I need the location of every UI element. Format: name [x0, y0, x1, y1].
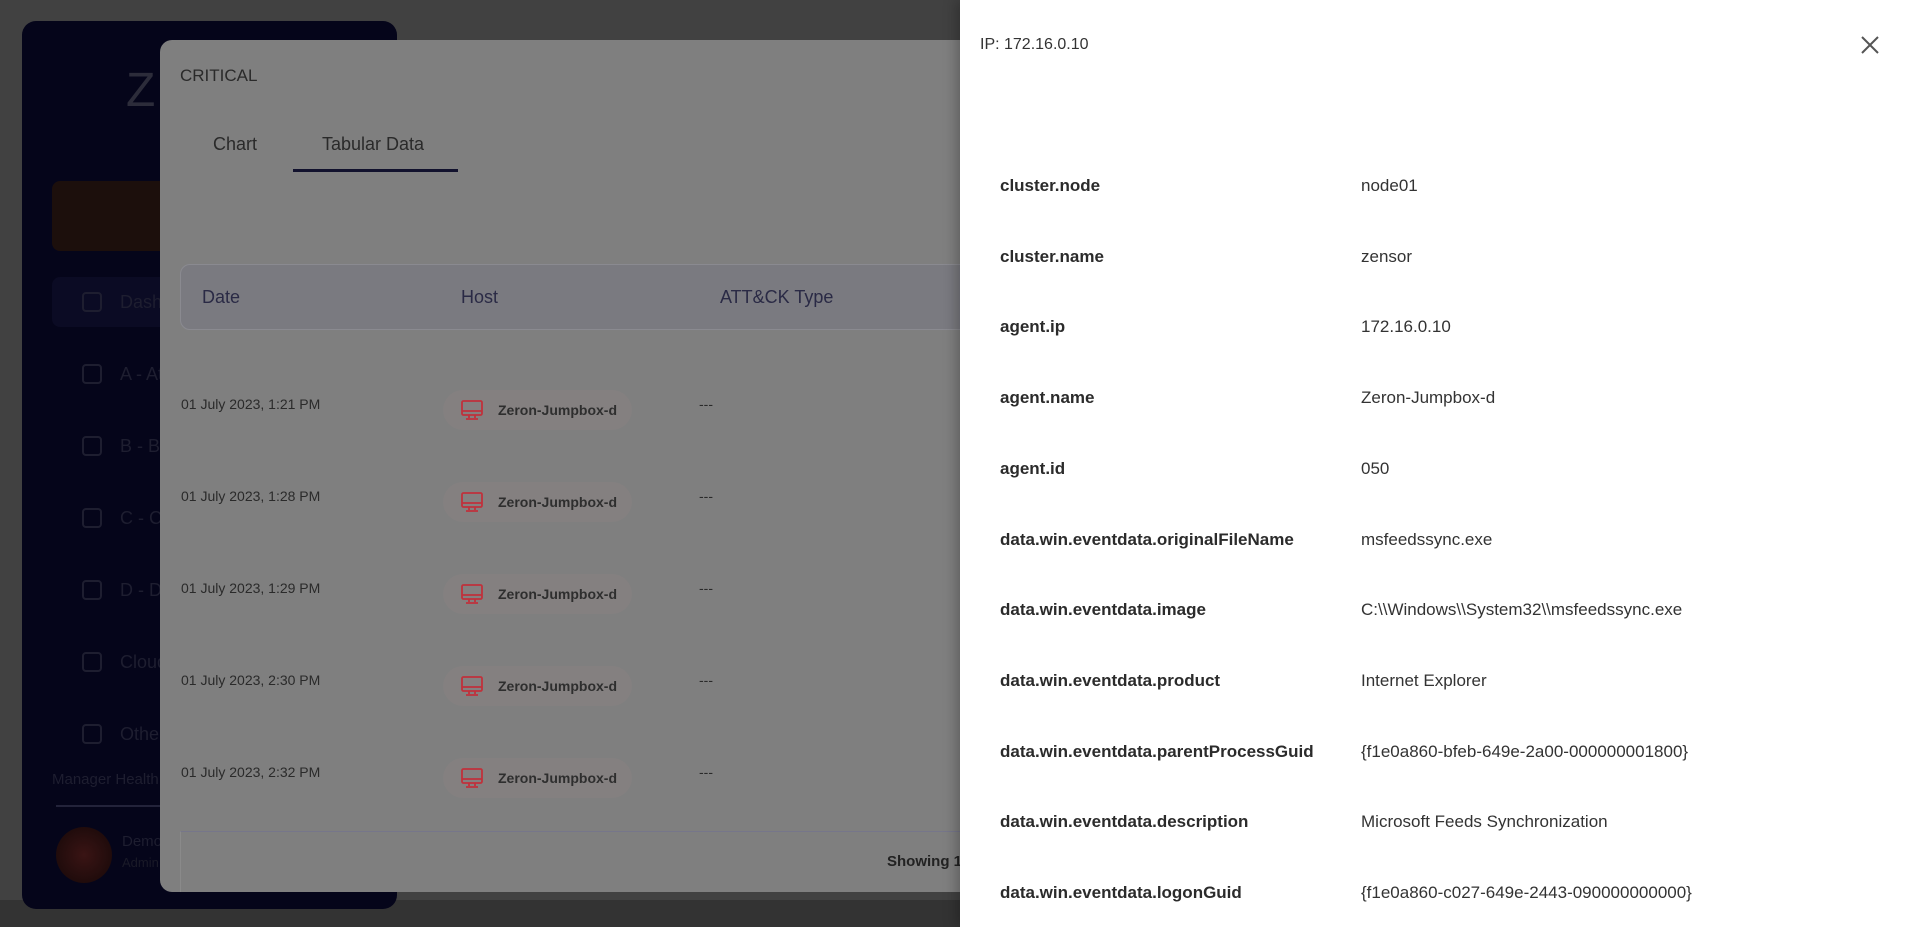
detail-field: data.win.eventdata.parentProcessGuid {f1e… — [1000, 742, 1688, 762]
close-icon[interactable] — [1858, 33, 1882, 57]
column-attack-type[interactable]: ATT&CK Type — [720, 287, 833, 308]
grid-icon — [82, 292, 102, 312]
host-chip[interactable]: Zeron-Jumpbox-d — [443, 666, 632, 706]
table-row[interactable]: 01 July 2023, 1:21 PM Zeron-Jumpbox-d --… — [160, 390, 1040, 476]
table-row[interactable]: 01 July 2023, 1:29 PM Zeron-Jumpbox-d --… — [160, 574, 1040, 660]
row-date: 01 July 2023, 2:32 PM — [181, 764, 321, 780]
gear-icon — [82, 724, 102, 744]
host-name: Zeron-Jumpbox-d — [498, 586, 617, 602]
detail-field: data.win.eventdata.product Internet Explo… — [1000, 671, 1487, 691]
detail-field: cluster.name zensor — [1000, 247, 1412, 267]
desktop-icon — [461, 400, 483, 420]
host-name: Zeron-Jumpbox-d — [498, 678, 617, 694]
drawer-title: IP: 172.16.0.10 — [980, 36, 1089, 53]
field-value: C:\\Windows\\System32\\msfeedssync.exe — [1361, 600, 1683, 620]
detail-field: data.win.eventdata.originalFileName msfee… — [1000, 530, 1492, 550]
briefcase-icon — [82, 436, 102, 456]
field-key: agent.name — [1000, 388, 1095, 408]
host-chip[interactable]: Zeron-Jumpbox-d — [443, 758, 632, 798]
host-name: Zeron-Jumpbox-d — [498, 402, 617, 418]
desktop-icon — [461, 676, 483, 696]
field-value: Internet Explorer — [1361, 670, 1487, 690]
field-key: data.win.eventdata.parentProcessGuid — [1000, 741, 1314, 761]
host-name: Zeron-Jumpbox-d — [498, 494, 617, 510]
desktop-icon — [461, 492, 483, 512]
table-body: 01 July 2023, 1:21 PM Zeron-Jumpbox-d --… — [160, 330, 1060, 831]
document-icon — [82, 508, 102, 528]
detail-field: agent.name Zeron-Jumpbox-d — [1000, 388, 1495, 408]
field-value: 172.16.0.10 — [1361, 317, 1451, 337]
host-chip[interactable]: Zeron-Jumpbox-d — [443, 574, 632, 614]
column-host[interactable]: Host — [461, 287, 498, 308]
field-key: agent.id — [1000, 458, 1066, 478]
field-key: data.win.eventdata.originalFileName — [1000, 529, 1294, 549]
row-attack-type: --- — [699, 764, 713, 780]
row-date: 01 July 2023, 1:28 PM — [181, 488, 321, 504]
detail-drawer: IP: 172.16.0.10 cluster.node node01 cluste… — [960, 0, 1913, 927]
field-key: data.win.eventdata.image — [1000, 600, 1206, 620]
detail-field: data.win.eventdata.description Microsoft … — [1000, 812, 1608, 832]
field-key: agent.ip — [1000, 317, 1066, 337]
detail-field: cluster.node node01 — [1000, 176, 1418, 196]
table-row[interactable]: 01 July 2023, 2:32 PM Zeron-Jumpbox-d --… — [160, 758, 1040, 831]
bug-icon — [82, 364, 102, 384]
row-attack-type: --- — [699, 396, 713, 412]
field-value: Zeron-Jumpbox-d — [1361, 388, 1496, 408]
column-date[interactable]: Date — [202, 287, 240, 308]
field-key: data.win.eventdata.description — [1000, 812, 1249, 832]
table-header: Date Host ATT&CK Type — [180, 264, 1060, 330]
manager-health-label: Manager Health — [52, 771, 159, 788]
host-chip[interactable]: Zeron-Jumpbox-d — [443, 482, 632, 522]
tab-tabular-data[interactable]: Tabular Data — [322, 134, 424, 155]
field-value: node01 — [1361, 176, 1418, 195]
user-name: Demo — [122, 833, 163, 850]
field-value: Microsoft Feeds Synchronization — [1361, 812, 1608, 832]
detail-field: data.win.eventdata.logonGuid {f1e0a860-c0… — [1000, 883, 1692, 903]
row-date: 01 July 2023, 1:21 PM — [181, 396, 321, 412]
detail-field: agent.ip 172.16.0.10 — [1000, 317, 1451, 337]
row-attack-type: --- — [699, 580, 713, 596]
desktop-icon — [461, 768, 483, 788]
row-attack-type: --- — [699, 672, 713, 688]
field-key: cluster.name — [1000, 246, 1104, 266]
critical-modal: CRITICAL Chart Tabular Data Date Host AT… — [160, 40, 1060, 892]
cloud-icon — [82, 652, 102, 672]
detail-field: agent.id 050 — [1000, 459, 1389, 479]
logo: Z — [126, 64, 156, 117]
field-value: msfeedssync.exe — [1361, 529, 1493, 549]
row-date: 01 July 2023, 2:30 PM — [181, 672, 321, 688]
avatar[interactable] — [56, 827, 112, 883]
row-attack-type: --- — [699, 488, 713, 504]
desktop-icon — [461, 584, 483, 604]
field-value: {f1e0a860-bfeb-649e-2a00-000000001800} — [1361, 741, 1689, 761]
detail-field: data.win.eventdata.image C:\\Windows\\Sys… — [1000, 600, 1682, 620]
field-key: data.win.eventdata.logonGuid — [1000, 883, 1242, 902]
tab-chart[interactable]: Chart — [213, 134, 257, 155]
field-value: 050 — [1361, 458, 1390, 478]
host-name: Zeron-Jumpbox-d — [498, 770, 617, 786]
user-role: Admin — [122, 855, 159, 870]
table-footer: Showing 10 — [180, 831, 1060, 892]
row-date: 01 July 2023, 1:29 PM — [181, 580, 321, 596]
shield-icon — [82, 580, 102, 600]
table-row[interactable]: 01 July 2023, 2:30 PM Zeron-Jumpbox-d --… — [160, 666, 1040, 752]
modal-title: CRITICAL — [180, 66, 258, 85]
host-chip[interactable]: Zeron-Jumpbox-d — [443, 390, 632, 430]
field-value: {f1e0a860-c027-649e-2443-090000000000} — [1361, 883, 1692, 902]
field-key: data.win.eventdata.product — [1000, 670, 1221, 690]
active-tab-indicator — [293, 169, 458, 172]
field-key: cluster.node — [1000, 176, 1101, 195]
field-value: zensor — [1361, 246, 1413, 266]
table-row[interactable]: 01 July 2023, 1:28 PM Zeron-Jumpbox-d --… — [160, 482, 1040, 568]
pagination-summary: Showing 10 — [887, 853, 971, 870]
